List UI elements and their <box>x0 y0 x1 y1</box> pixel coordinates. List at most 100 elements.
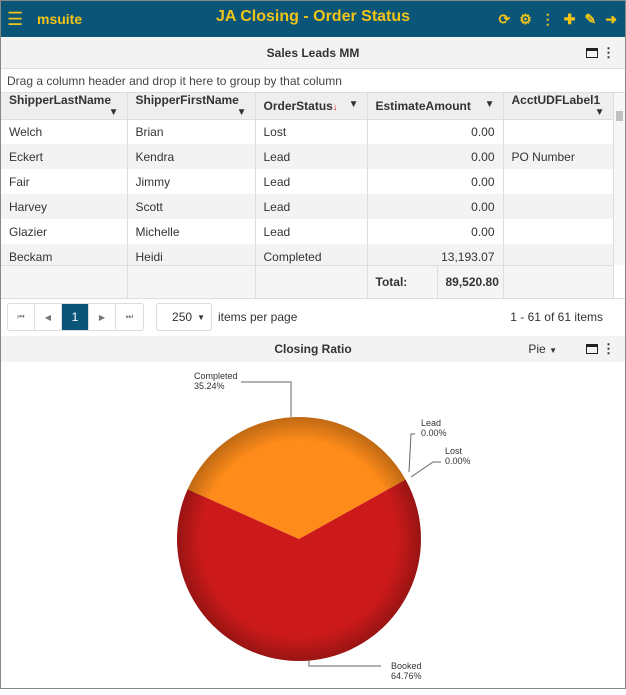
pager: ⏮ ◀ 1 ▶ ⏭ 250 ▼ items per page 1 - 61 of … <box>1 297 625 336</box>
slice-label: Booked <box>391 661 422 671</box>
table-cell: Lead <box>255 144 368 169</box>
prev-page-button[interactable]: ◀ <box>35 304 62 330</box>
table-row[interactable]: Fair Jimmy Lead 0.00 <box>1 169 614 194</box>
column-label: OrderStatus <box>263 98 333 113</box>
grid-title: Sales Leads MM <box>266 45 360 60</box>
column-header[interactable]: AcctUDFLabel1 ▼ <box>503 93 614 120</box>
column-label: AcctUDFLabel1 <box>511 93 601 108</box>
filter-icon[interactable]: ▼ <box>349 99 359 110</box>
page-1-button[interactable]: 1 <box>62 304 89 330</box>
pencil-icon[interactable]: ✎ <box>585 11 597 28</box>
vertical-scrollbar[interactable] <box>613 93 625 265</box>
leader-line <box>408 433 415 472</box>
table-cell: Fair <box>1 169 128 194</box>
column-header[interactable]: ShipperLastName ▼ <box>1 93 128 120</box>
maximize-icon[interactable] <box>586 48 598 58</box>
leader-line <box>308 659 381 666</box>
pie-chart: Completed35.24%Lead0.00%Lost0.00%Booked6… <box>176 371 471 681</box>
grid-footer: Total: 89,520.80 <box>1 265 614 298</box>
filter-icon[interactable]: ▼ <box>595 107 605 118</box>
slice-label: Lead <box>421 418 441 428</box>
table-cell: Lead <box>255 169 368 194</box>
table-cell <box>503 119 614 144</box>
column-header[interactable]: OrderStatus↓ ▼ <box>255 93 368 120</box>
table-cell: Lead <box>255 219 368 244</box>
caret-down-icon: ▼ <box>197 312 205 322</box>
table-cell: 0.00 <box>367 194 504 219</box>
table-cell: Jimmy <box>127 169 256 194</box>
table-cell: Kendra <box>127 144 256 169</box>
brand[interactable]: msuite <box>37 11 82 27</box>
table-row[interactable]: Welch Brian Lost 0.00 <box>1 119 614 144</box>
slice-label: Completed <box>194 371 238 381</box>
caret-down-icon: ▼ <box>549 345 557 355</box>
group-drop-area[interactable]: Drag a column header and drop it here to… <box>1 69 625 93</box>
kebab-icon[interactable]: ⋮ <box>602 45 615 61</box>
table-cell: Glazier <box>1 219 128 244</box>
filter-icon[interactable]: ▼ <box>485 99 495 110</box>
slice-pct: 0.00% <box>421 428 447 438</box>
app-header: ☰ msuite JA Closing - Order Status ⟳ ⚙ ⋮… <box>1 1 625 37</box>
items-per-page-label: items per page <box>218 310 298 324</box>
chart-type-select[interactable]: Pie ▼ <box>528 342 557 356</box>
table-cell: Welch <box>1 119 128 144</box>
column-label: ShipperFirstName <box>135 93 239 108</box>
table-cell <box>503 194 614 219</box>
column-label: ShipperLastName <box>9 93 112 108</box>
table-cell: Completed <box>255 244 368 265</box>
column-header[interactable]: ShipperFirstName ▼ <box>127 93 256 120</box>
column-label: EstimateAmount <box>375 98 471 113</box>
table-cell: Scott <box>127 194 256 219</box>
table-cell: Michelle <box>127 219 256 244</box>
table-row[interactable]: Harvey Scott Lead 0.00 <box>1 194 614 219</box>
refresh-icon[interactable]: ⟳ <box>499 11 511 28</box>
table-row[interactable]: Glazier Michelle Lead 0.00 <box>1 219 614 244</box>
page-size-select[interactable]: 250 ▼ <box>156 303 212 331</box>
data-grid: ShipperLastName ▼ ShipperFirstName ▼ OrderSt… <box>1 93 625 265</box>
column-header[interactable]: EstimateAmount ▼ <box>367 93 504 120</box>
last-page-button[interactable]: ⏭ <box>116 304 143 330</box>
slice-label: Lost <box>445 446 463 456</box>
chart-panel-header: Closing Ratio Pie ▼ ⋮ <box>1 335 625 362</box>
filter-icon[interactable]: ▼ <box>109 107 119 118</box>
hamburger-menu-icon[interactable]: ☰ <box>7 9 29 30</box>
total-value: 89,520.80 <box>437 265 504 298</box>
logout-icon[interactable]: ➜ <box>605 11 617 28</box>
table-cell <box>503 244 614 265</box>
kebab-icon[interactable]: ⋮ <box>602 341 615 357</box>
sort-desc-icon: ↓ <box>332 101 338 112</box>
maximize-icon[interactable] <box>586 343 598 354</box>
table-cell: Lost <box>255 119 368 144</box>
chart-title: Closing Ratio <box>274 341 352 356</box>
table-cell: 13,193.07 <box>367 244 504 265</box>
first-page-button[interactable]: ⏮ <box>8 304 35 330</box>
total-label: Total: <box>367 265 438 298</box>
table-cell: 0.00 <box>367 219 504 244</box>
plus-icon[interactable]: ✚ <box>564 11 576 28</box>
item-count: 1 - 61 of 61 items <box>510 310 603 324</box>
next-page-button[interactable]: ▶ <box>89 304 116 330</box>
gear-icon[interactable]: ⚙ <box>519 11 532 28</box>
table-cell: Brian <box>127 119 256 144</box>
leader-line <box>410 461 441 477</box>
table-cell: Heidi <box>127 244 256 265</box>
slice-pct: 35.24% <box>194 381 225 391</box>
filter-icon[interactable]: ▼ <box>237 107 247 118</box>
table-cell: Eckert <box>1 144 128 169</box>
leader-line <box>241 381 292 417</box>
table-row[interactable]: Beckam Heidi Completed 13,193.07 <box>1 244 614 265</box>
table-cell: Beckam <box>1 244 128 265</box>
table-cell: 0.00 <box>367 119 504 144</box>
table-cell: 0.00 <box>367 144 504 169</box>
kebab-icon[interactable]: ⋮ <box>541 11 555 28</box>
page-size-value: 250 <box>172 310 193 324</box>
slice-pct: 0.00% <box>445 456 471 466</box>
table-cell <box>503 169 614 194</box>
table-cell: Harvey <box>1 194 128 219</box>
table-row[interactable]: Eckert Kendra Lead 0.00 PO Number <box>1 144 614 169</box>
grid-panel-header: Sales Leads MM ⋮ <box>1 37 625 69</box>
slice-pct: 64.76% <box>391 671 422 681</box>
table-cell: PO Number <box>503 144 614 169</box>
table-cell: 0.00 <box>367 169 504 194</box>
table-cell <box>503 219 614 244</box>
